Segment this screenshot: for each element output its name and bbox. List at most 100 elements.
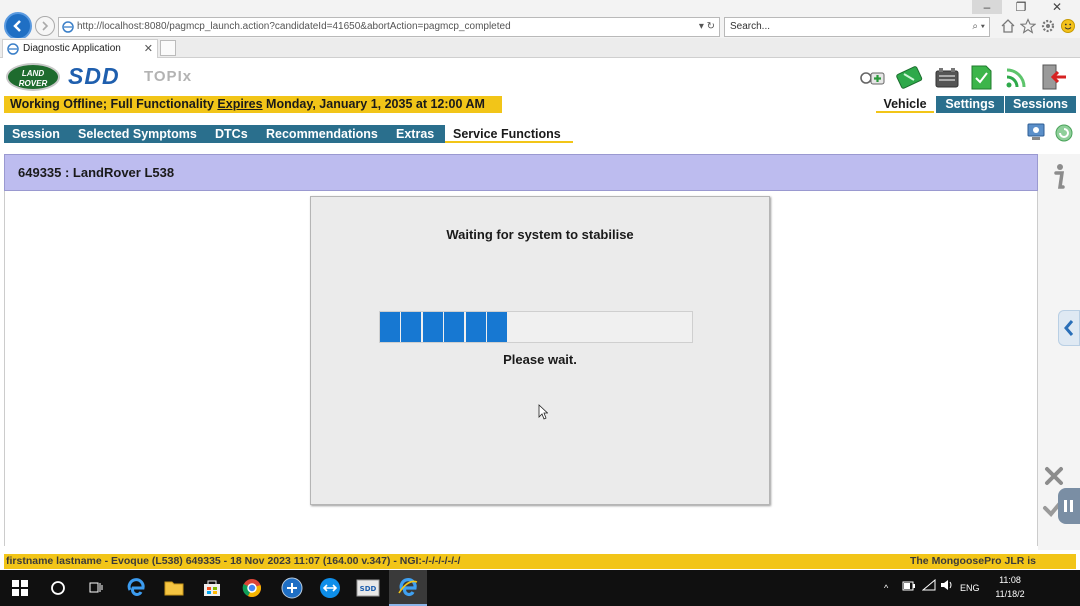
windows-start-button[interactable] xyxy=(8,576,32,600)
tray-network-icon[interactable] xyxy=(921,570,936,606)
taskbar-edge[interactable] xyxy=(124,576,148,600)
smiley-icon[interactable] xyxy=(1060,18,1076,34)
wireless-signal-icon[interactable] xyxy=(1002,62,1032,92)
sdd-app-icon: SDD xyxy=(356,579,380,597)
progress-segment xyxy=(380,312,400,342)
taskbar-chrome[interactable] xyxy=(240,576,264,600)
exit-door-icon[interactable] xyxy=(1038,62,1068,92)
cancel-x-icon[interactable] xyxy=(1044,466,1064,486)
close-tab-icon[interactable]: ✕ xyxy=(144,40,153,58)
internet-explorer-icon xyxy=(398,578,418,597)
tab-vehicle[interactable]: Vehicle xyxy=(876,96,934,113)
document-check-icon[interactable] xyxy=(966,62,996,92)
minimize-button[interactable]: – xyxy=(972,0,1002,14)
tab-diagnostic-application[interactable]: Diagnostic Application ✕ xyxy=(2,39,158,58)
favorites-star-icon[interactable] xyxy=(1019,18,1037,34)
task-view-button[interactable] xyxy=(84,576,108,600)
offline-expires-label: Expires xyxy=(217,97,263,111)
search-input[interactable]: Search... ⌕ ▾ xyxy=(724,17,990,37)
browser-toolbar: http://localhost:8080/pagmcp_launch.acti… xyxy=(0,0,1080,40)
menu-service-functions[interactable]: Service Functions xyxy=(445,125,573,143)
task-view-icon xyxy=(89,582,103,593)
taskbar-mongoose-app[interactable] xyxy=(280,576,304,600)
progress-segment xyxy=(486,312,507,342)
store-bag-icon xyxy=(204,580,220,596)
vehicle-header: 649335 : LandRover L538 xyxy=(4,154,1038,191)
address-dropdown-icon[interactable]: ▾ ↻ xyxy=(699,18,715,36)
taskbar-internet-explorer[interactable] xyxy=(396,576,420,600)
progress-segment xyxy=(444,312,465,342)
svg-text:SDD: SDD xyxy=(360,585,377,593)
home-icon[interactable] xyxy=(1000,18,1016,34)
land-rover-logo: LAND ROVER xyxy=(6,63,60,91)
tab-settings[interactable]: Settings xyxy=(936,96,1004,113)
battery-icon[interactable] xyxy=(932,62,962,92)
gear-icon[interactable] xyxy=(1040,18,1056,34)
tray-volume-icon[interactable] xyxy=(940,570,954,606)
progress-fill xyxy=(380,312,508,342)
tray-clock[interactable]: 11:08 11/18/2 xyxy=(985,573,1035,601)
edge-icon xyxy=(127,578,145,596)
folder-icon xyxy=(164,581,184,596)
back-button[interactable] xyxy=(4,12,32,40)
menu-session[interactable]: Session xyxy=(12,125,60,143)
arrow-right-icon xyxy=(42,21,49,31)
status-bar: firstname lastname - Evoque (L538) 64933… xyxy=(4,554,1076,569)
right-sidebar xyxy=(1038,154,1080,550)
dialog-message: Please wait. xyxy=(503,352,577,367)
tab-sessions[interactable]: Sessions xyxy=(1005,96,1076,113)
restore-button[interactable]: ❐ xyxy=(1006,0,1036,14)
menu-extras[interactable]: Extras xyxy=(396,125,434,143)
info-icon[interactable] xyxy=(1048,162,1070,190)
menu-dtcs[interactable]: DTCs xyxy=(215,125,248,143)
taskbar-teamviewer[interactable] xyxy=(318,576,342,600)
ie-page-icon xyxy=(7,43,19,55)
menu-recommendations[interactable]: Recommendations xyxy=(266,125,378,143)
tab-strip: Diagnostic Application ✕ xyxy=(0,38,1080,58)
taskbar-sdd[interactable]: SDD xyxy=(356,576,380,600)
main-menu: Session Selected Symptoms DTCs Recommend… xyxy=(4,125,573,143)
new-tab-button[interactable] xyxy=(160,40,176,56)
remote-assist-icon[interactable] xyxy=(1026,120,1050,144)
ie-page-icon xyxy=(62,21,74,33)
clock-date: 11/18/2 xyxy=(995,589,1025,599)
progress-bar xyxy=(379,311,693,343)
collapse-panel-button[interactable] xyxy=(1058,310,1080,346)
sdd-logo: SDD xyxy=(68,63,120,89)
topix-logo: TOPIx xyxy=(144,68,193,85)
pause-icon xyxy=(1064,500,1073,512)
progress-segment xyxy=(401,312,422,342)
taskbar-store[interactable] xyxy=(200,576,224,600)
search-placeholder: Search... xyxy=(730,21,771,32)
search-circle-icon xyxy=(51,581,65,595)
progress-segment xyxy=(422,312,443,342)
tab-title: Diagnostic Application xyxy=(23,43,121,54)
tray-overflow-icon[interactable]: ^ xyxy=(884,570,888,606)
tray-language[interactable]: ENG xyxy=(960,570,980,606)
arrow-left-icon xyxy=(13,20,21,32)
clock-time: 11:08 xyxy=(999,575,1021,585)
offline-status-banner: Working Offline; Full Functionality Expi… xyxy=(4,96,502,113)
menu-selected-symptoms[interactable]: Selected Symptoms xyxy=(78,125,197,143)
teamviewer-icon xyxy=(320,578,340,598)
address-bar[interactable]: http://localhost:8080/pagmcp_launch.acti… xyxy=(58,17,720,37)
offline-prefix: Working Offline; Full Functionality xyxy=(10,97,218,111)
status-vci-info: The MongoosePro JLR is xyxy=(909,555,1036,567)
taskbar-file-explorer[interactable] xyxy=(162,576,186,600)
refresh-circle-icon[interactable] xyxy=(1054,123,1074,143)
search-icon[interactable]: ⌕ ▾ xyxy=(972,18,985,36)
sdd-header: LAND ROVER SDD TOPIx xyxy=(0,58,1080,96)
close-window-button[interactable]: ✕ xyxy=(1042,0,1072,14)
progress-segment xyxy=(465,312,486,342)
mongoose-app-icon xyxy=(281,577,303,599)
windows-taskbar: SDD ^ ENG 11:08 11/18/2 xyxy=(0,570,1080,606)
forward-button[interactable] xyxy=(35,16,55,36)
address-text: http://localhost:8080/pagmcp_launch.acti… xyxy=(77,21,511,32)
progress-dialog: Waiting for system to stabilise Please w… xyxy=(310,196,770,505)
chevron-left-icon xyxy=(1064,320,1074,336)
vci-connection-icon[interactable] xyxy=(858,62,888,92)
tray-battery-icon[interactable] xyxy=(902,570,916,606)
battery-charger-icon[interactable] xyxy=(894,62,924,92)
screen-recorder-handle[interactable] xyxy=(1058,488,1080,524)
cortana-search-button[interactable] xyxy=(46,576,70,600)
